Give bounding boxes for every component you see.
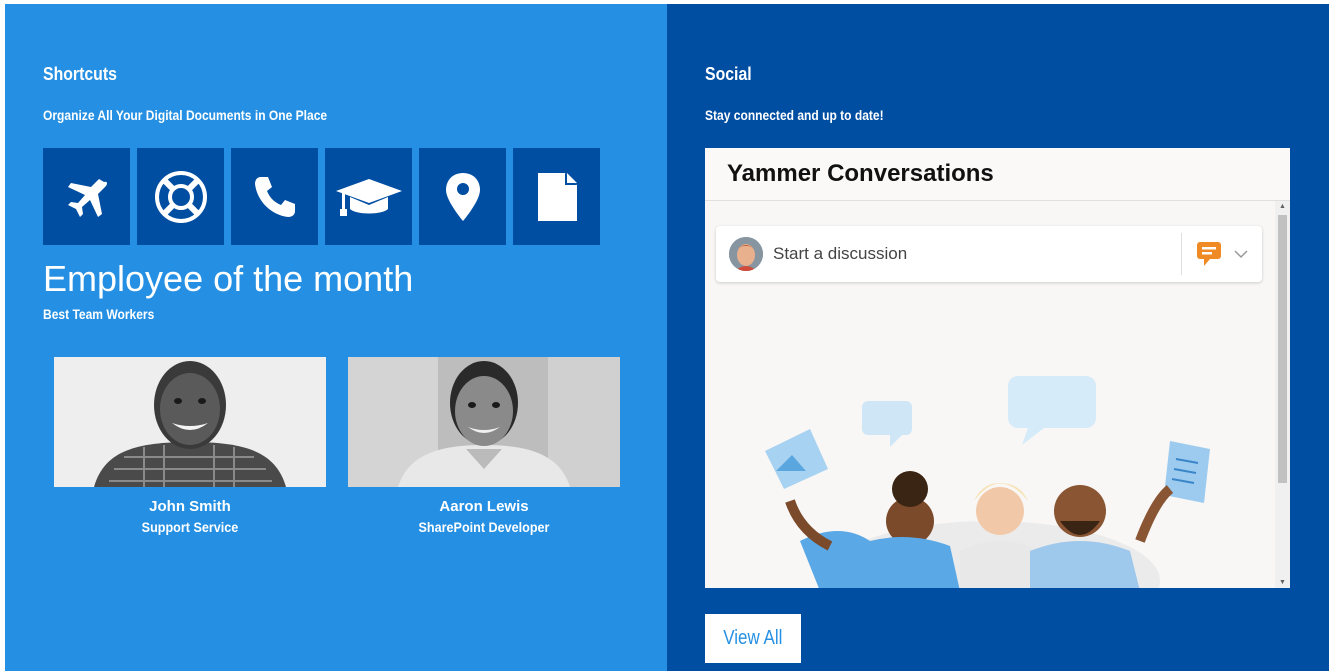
employee-name: Aaron Lewis bbox=[439, 498, 529, 515]
phone-icon bbox=[254, 176, 295, 217]
social-title: Social bbox=[705, 64, 752, 84]
scrollbar-thumb[interactable] bbox=[1278, 215, 1287, 483]
start-discussion-input[interactable]: Start a discussion bbox=[773, 244, 1181, 264]
yammer-feed[interactable]: Start a discussion bbox=[705, 201, 1275, 588]
post-type-button[interactable] bbox=[1182, 241, 1262, 267]
shortcut-tile-documents[interactable] bbox=[513, 148, 600, 245]
employee-role: Support Service bbox=[141, 519, 239, 535]
employee-subtitle: Best Team Workers bbox=[43, 306, 155, 322]
scroll-up-arrow-icon[interactable]: ▲ bbox=[1279, 203, 1286, 210]
shortcut-tile-training[interactable] bbox=[325, 148, 412, 245]
employee-photo bbox=[54, 357, 326, 487]
document-icon bbox=[537, 172, 577, 221]
graduation-cap-icon bbox=[335, 178, 402, 216]
employee-card-1: John Smith Support Service bbox=[54, 357, 326, 535]
lifebuoy-icon bbox=[154, 170, 207, 223]
scroll-down-arrow-icon[interactable]: ▼ bbox=[1279, 579, 1286, 586]
yammer-widget-title: Yammer Conversations bbox=[705, 148, 1290, 201]
chat-bubble-icon bbox=[1197, 242, 1221, 266]
yammer-widget: Yammer Conversations Start a discussion bbox=[705, 148, 1290, 588]
shortcuts-panel: Shortcuts Organize All Your Digital Docu… bbox=[5, 4, 667, 671]
shortcut-tile-travel[interactable] bbox=[43, 148, 130, 245]
chevron-down-icon bbox=[1234, 250, 1248, 259]
shortcut-tiles bbox=[43, 148, 600, 245]
employee-role: SharePoint Developer bbox=[418, 519, 550, 535]
shortcuts-subtitle: Organize All Your Digital Documents in O… bbox=[43, 107, 328, 123]
shortcut-tile-location[interactable] bbox=[419, 148, 506, 245]
start-discussion-composer[interactable]: Start a discussion bbox=[716, 226, 1262, 282]
avatar bbox=[729, 237, 763, 271]
social-subtitle: Stay connected and up to date! bbox=[705, 107, 884, 123]
view-all-label: View All bbox=[723, 627, 783, 649]
shortcut-tile-help[interactable] bbox=[137, 148, 224, 245]
map-pin-icon bbox=[445, 172, 480, 221]
view-all-button[interactable]: View All bbox=[705, 614, 801, 663]
employee-title: Employee of the month bbox=[43, 258, 414, 299]
page: Shortcuts Organize All Your Digital Docu… bbox=[5, 4, 1329, 671]
community-illustration bbox=[765, 376, 1210, 588]
employee-name: John Smith bbox=[149, 498, 231, 515]
shortcut-tile-phone[interactable] bbox=[231, 148, 318, 245]
feed-scrollbar[interactable]: ▲ ▼ bbox=[1275, 201, 1290, 588]
employee-card-2: Aaron Lewis SharePoint Developer bbox=[348, 357, 620, 535]
social-panel: Social Stay connected and up to date! Ya… bbox=[667, 4, 1329, 671]
airplane-icon bbox=[67, 178, 107, 217]
shortcuts-title: Shortcuts bbox=[43, 64, 117, 84]
employee-photo bbox=[348, 357, 620, 487]
